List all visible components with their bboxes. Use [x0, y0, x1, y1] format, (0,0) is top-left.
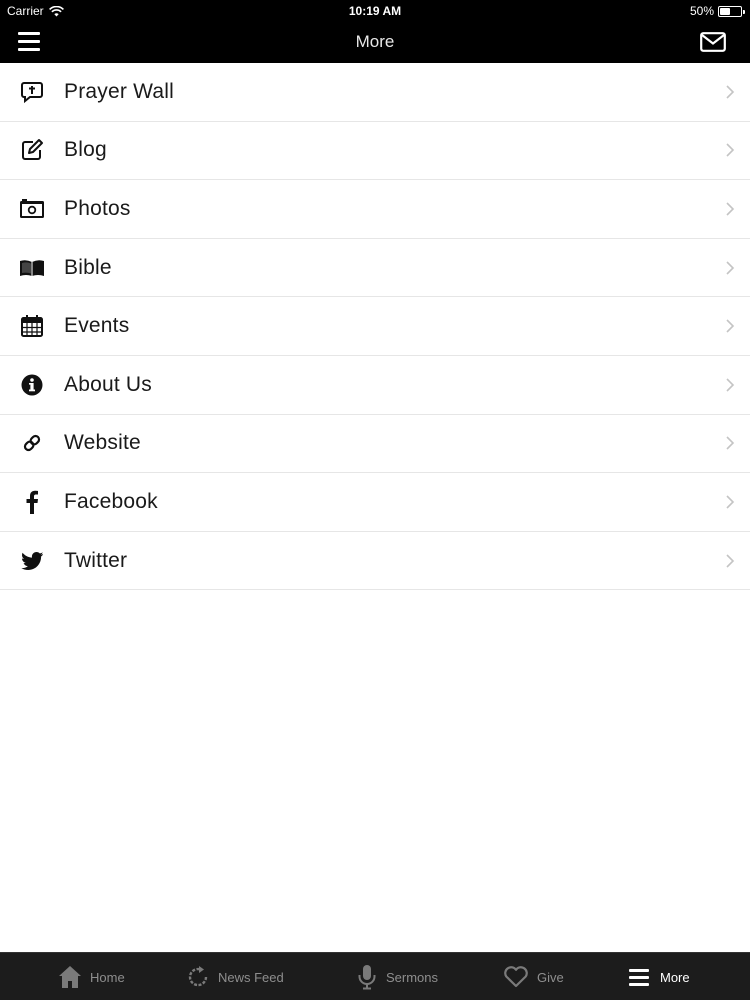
menu-item-facebook[interactable]: Facebook	[0, 473, 750, 532]
menu-item-photos[interactable]: Photos	[0, 180, 750, 239]
status-time: 10:19 AM	[348, 4, 402, 18]
open-book-icon	[19, 255, 45, 281]
navigation-bar: More	[0, 22, 750, 63]
menu-item-label: Twitter	[64, 548, 128, 572]
mail-button[interactable]	[700, 32, 730, 54]
heart-icon	[504, 966, 528, 988]
hamburger-icon	[629, 969, 649, 986]
battery-percent: 50%	[689, 4, 714, 18]
menu-item-label: Events	[64, 314, 130, 338]
menu-item-label: Website	[64, 431, 141, 455]
chevron-right-icon	[726, 202, 735, 216]
tab-news-feed[interactable]: News Feed	[186, 953, 284, 1000]
bottom-tab-bar: Home News Feed Sermons Give More	[0, 952, 750, 1000]
menu-item-twitter[interactable]: Twitter	[0, 531, 750, 591]
twitter-icon	[19, 548, 45, 574]
menu-item-label: About Us	[64, 372, 152, 396]
menu-item-label: Prayer Wall	[64, 79, 174, 103]
microphone-icon	[358, 965, 376, 990]
menu-item-bible[interactable]: Bible	[0, 238, 750, 298]
info-circle-icon	[19, 372, 45, 398]
tab-give[interactable]: Give	[503, 953, 564, 1000]
home-icon	[59, 966, 81, 988]
battery-group: 50%	[689, 4, 745, 18]
chevron-right-icon	[726, 553, 735, 568]
tab-home[interactable]: Home	[58, 953, 125, 1000]
battery-icon	[718, 5, 745, 17]
menu-item-website[interactable]: Website	[0, 414, 750, 474]
camera-icon	[19, 196, 45, 222]
tab-label: Home	[90, 969, 125, 985]
menu-item-label: Blog	[64, 138, 107, 162]
battery-fill	[720, 7, 730, 15]
prayer-speech-bubble-icon	[19, 79, 45, 105]
chevron-right-icon	[726, 495, 735, 509]
tab-label: Sermons	[386, 969, 439, 985]
tab-label: More	[660, 969, 690, 985]
calendar-icon	[19, 313, 45, 339]
menu-item-prayer-wall[interactable]: Prayer Wall	[0, 63, 750, 122]
menu-item-about-us[interactable]: About Us	[0, 355, 750, 415]
facebook-icon	[19, 489, 45, 515]
chevron-right-icon	[726, 436, 735, 450]
tab-sermons[interactable]: Sermons	[356, 953, 438, 1000]
chevron-right-icon	[726, 319, 735, 333]
refresh-icon	[188, 966, 208, 987]
menu-item-label: Photos	[64, 196, 131, 220]
chevron-right-icon	[726, 143, 735, 157]
edit-pencil-icon	[19, 137, 45, 163]
tab-more[interactable]: More	[628, 953, 690, 1000]
tab-label: Give	[537, 969, 564, 985]
tab-label: News Feed	[218, 969, 284, 985]
menu-item-events[interactable]: Events	[0, 297, 750, 356]
status-bar: Carrier 10:19 AM 50%	[0, 0, 750, 22]
more-menu-list: Prayer Wall Blog Photos Bible Events Abo…	[0, 63, 750, 591]
envelope-icon	[700, 32, 726, 52]
chevron-right-icon	[726, 378, 735, 392]
chevron-right-icon	[726, 261, 735, 275]
menu-item-label: Bible	[64, 255, 112, 279]
page-title: More	[355, 32, 395, 51]
link-icon	[19, 430, 45, 456]
menu-item-label: Facebook	[64, 489, 158, 513]
menu-item-blog[interactable]: Blog	[0, 121, 750, 181]
chevron-right-icon	[726, 85, 735, 99]
